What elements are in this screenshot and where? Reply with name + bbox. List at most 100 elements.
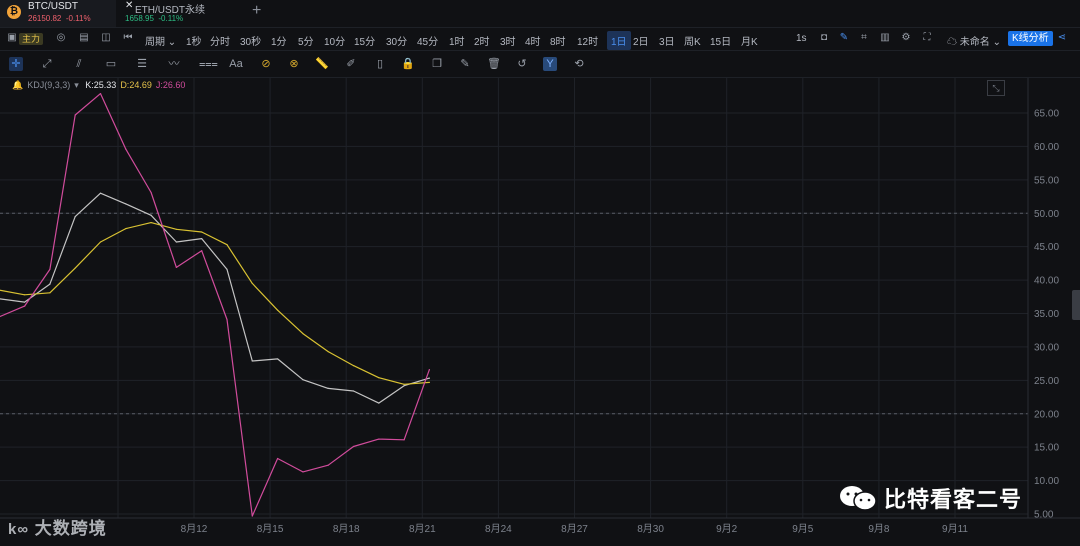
speed-button[interactable]: 1s: [796, 33, 807, 44]
chevron-down-icon[interactable]: ▾: [74, 80, 79, 90]
x-tick-label: 9月2: [716, 523, 738, 535]
indicator-icon[interactable]: ◎: [55, 32, 67, 44]
x-tick-label: 8月21: [409, 523, 436, 535]
data-point-d: [201, 231, 203, 233]
data-point-j: [403, 439, 405, 441]
interval-2[interactable]: 30秒: [240, 33, 261, 48]
close-icon[interactable]: ✕: [125, 0, 133, 11]
x-tick-label: 8月24: [485, 523, 512, 535]
sync-icon[interactable]: ⟲: [572, 57, 586, 71]
interval-15[interactable]: 1日: [607, 31, 631, 50]
main-force-badge[interactable]: 主力: [19, 33, 44, 45]
data-point-k: [226, 268, 228, 270]
template-icon[interactable]: ▥: [879, 32, 891, 44]
data-point-k: [175, 241, 177, 243]
k-line-analysis-button[interactable]: K线分析: [1008, 31, 1053, 46]
interval-12[interactable]: 4时: [525, 33, 541, 48]
x-tick-label: 8月27: [561, 523, 588, 535]
interval-8[interactable]: 45分: [417, 33, 438, 48]
interval-16[interactable]: 2日: [633, 33, 649, 48]
calendar-icon[interactable]: ▤: [78, 32, 90, 44]
ruler-icon[interactable]: 📏: [315, 57, 329, 71]
text-tool-icon[interactable]: Aa: [229, 57, 243, 71]
interval-0[interactable]: 1秒: [186, 33, 202, 48]
camera-icon[interactable]: ◘: [818, 32, 830, 44]
interval-19[interactable]: 15日: [710, 33, 731, 48]
interval-3[interactable]: 1分: [271, 33, 287, 48]
indicator-legend: 🔔 KDJ(9,3,3) ▾ K:25.33 D:24.69 J:26.60: [12, 80, 189, 91]
pen-icon[interactable]: ✎: [838, 32, 850, 44]
data-point-k: [403, 385, 405, 387]
y-tick-label: 50.00: [1034, 209, 1059, 220]
horizontal-lines-icon[interactable]: ☰: [135, 57, 149, 71]
interval-14[interactable]: 12时: [577, 33, 598, 48]
panel-toggle-icon[interactable]: ▣: [6, 32, 18, 44]
data-point-d: [175, 228, 177, 230]
data-point-j: [352, 445, 355, 448]
interval-10[interactable]: 2时: [474, 33, 490, 48]
indicator-name[interactable]: KDJ(9,3,3): [27, 80, 70, 90]
interval-11[interactable]: 3时: [500, 33, 516, 48]
data-point-j: [251, 515, 253, 517]
data-point-k: [125, 203, 127, 205]
layout-dropdown[interactable]: ☁ 未命名 ⌄: [947, 33, 1001, 48]
data-point-j: [277, 457, 279, 460]
expand-icon[interactable]: ⤡: [987, 80, 1005, 96]
interval-20[interactable]: 月K: [741, 33, 758, 48]
interval-1[interactable]: 分时: [210, 33, 230, 48]
interval-5[interactable]: 10分: [324, 33, 345, 48]
interval-6[interactable]: 15分: [354, 33, 375, 48]
k-value: K:25.33: [85, 80, 117, 90]
magnet-strong-icon[interactable]: ⊗: [287, 57, 301, 71]
share-icon[interactable]: ⋖: [1056, 32, 1068, 44]
candles-icon[interactable]: ▯: [373, 57, 387, 71]
filter-icon[interactable]: Y: [543, 57, 557, 71]
settings-icon[interactable]: ⚙: [900, 32, 912, 44]
compare-icon[interactable]: ◫: [100, 32, 112, 44]
interval-7[interactable]: 30分: [386, 33, 407, 48]
brush-icon[interactable]: ✐: [344, 57, 358, 71]
fullscreen-icon[interactable]: ⛶: [921, 32, 933, 44]
wave-icon[interactable]: 〰: [167, 57, 181, 71]
period-dropdown[interactable]: 周期 ⌄: [145, 33, 176, 48]
add-tab-icon[interactable]: +: [252, 2, 261, 20]
undo-icon[interactable]: ↺: [515, 57, 529, 71]
x-tick-label: 8月12: [181, 523, 208, 535]
interval-17[interactable]: 3日: [659, 33, 675, 48]
trash-icon[interactable]: 🗑: [487, 57, 501, 71]
y-tick-label: 60.00: [1034, 142, 1059, 153]
y-tick-label: 30.00: [1034, 342, 1059, 353]
tab-eth-usdt[interactable]: ✕ ETH/USDT永续 1658.95 -0.11%: [120, 0, 240, 27]
interval-13[interactable]: 8时: [550, 33, 566, 48]
data-point-d: [327, 350, 329, 353]
rectangle-icon[interactable]: ▭: [104, 57, 118, 71]
tab-price: 1658.95 -0.11%: [125, 14, 184, 23]
lock-icon[interactable]: 🔒: [401, 57, 415, 71]
series-line-j: [0, 92, 430, 517]
tab-btc-usdt[interactable]: ₿ BTC/USDT 26150.82 -0.11%: [0, 0, 116, 27]
data-point-j: [378, 438, 380, 440]
crop-icon[interactable]: ⌗: [858, 32, 870, 44]
interval-4[interactable]: 5分: [298, 33, 314, 48]
edit-note-icon[interactable]: ✎: [458, 57, 472, 71]
data-point-j: [428, 369, 430, 371]
y-tick-label: 10.00: [1034, 476, 1059, 487]
data-point-d: [378, 377, 380, 379]
j-value: J:26.60: [155, 80, 186, 90]
interval-9[interactable]: 1时: [449, 33, 465, 48]
magnet-icon[interactable]: ⊘: [259, 57, 273, 71]
x-tick-label: 9月8: [868, 523, 890, 535]
rewind-icon[interactable]: ⏮: [122, 32, 134, 44]
fibonacci-icon[interactable]: ⩶: [199, 57, 218, 71]
data-point-k: [428, 377, 430, 379]
data-point-j: [201, 250, 203, 252]
y-tick-label: 35.00: [1034, 309, 1059, 320]
crosshair-icon[interactable]: ✛: [9, 57, 23, 71]
copy-icon[interactable]: ❐: [430, 57, 444, 71]
bell-icon[interactable]: 🔔: [12, 80, 23, 90]
parallel-channel-icon[interactable]: ⫽: [72, 57, 86, 71]
y-tick-label: 45.00: [1034, 242, 1059, 253]
interval-18[interactable]: 周K: [684, 33, 701, 48]
price-scale-handle[interactable]: [1072, 290, 1080, 320]
trend-line-icon[interactable]: ⤢: [40, 57, 54, 71]
